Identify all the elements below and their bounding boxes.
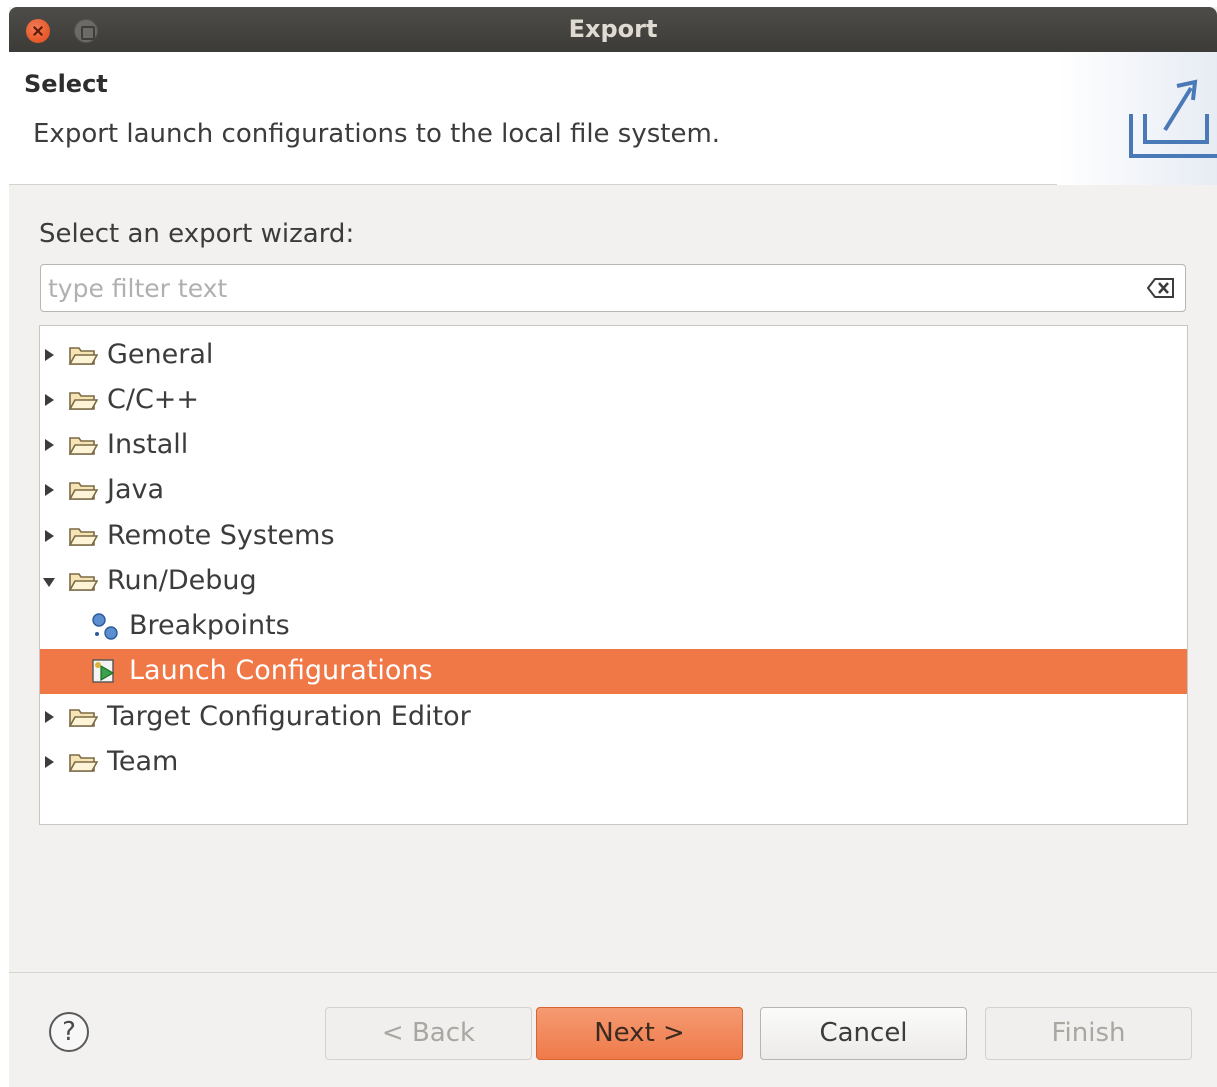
filter-box: [40, 264, 1186, 312]
folder-icon: [68, 482, 98, 500]
folder-icon: [68, 573, 98, 591]
tree-item-label: Breakpoints: [129, 610, 290, 641]
tree-item-label: General: [107, 339, 214, 370]
expand-arrow-icon[interactable]: [45, 394, 54, 406]
folder-icon: [68, 709, 98, 727]
finish-button[interactable]: Finish: [985, 1007, 1192, 1060]
tree-item-cpp[interactable]: C/C++: [40, 378, 1187, 423]
tree-item-run-debug[interactable]: Run/Debug: [40, 559, 1187, 604]
clear-filter-icon[interactable]: [1147, 277, 1175, 299]
tree-item-remote-systems[interactable]: Remote Systems: [40, 514, 1187, 559]
launch-config-icon: [92, 659, 115, 683]
folder-icon: [68, 347, 98, 365]
expand-arrow-icon[interactable]: [45, 711, 54, 723]
tree-item-label: Team: [107, 746, 179, 777]
cancel-button[interactable]: Cancel: [760, 1007, 967, 1060]
page-description: Export launch configurations to the loca…: [33, 119, 721, 149]
folder-icon: [68, 392, 98, 410]
tree-item-general[interactable]: General: [40, 333, 1187, 378]
tree-item-install[interactable]: Install: [40, 423, 1187, 468]
tree-item-target-configuration-editor[interactable]: Target Configuration Editor: [40, 695, 1187, 740]
expand-arrow-icon[interactable]: [45, 439, 54, 451]
breakpoints-icon: [92, 613, 118, 640]
expand-arrow-icon[interactable]: [45, 530, 54, 542]
filter-input[interactable]: [48, 270, 1138, 306]
next-button[interactable]: Next >: [536, 1007, 743, 1060]
tree-item-label: Launch Configurations: [129, 655, 433, 686]
tree-item-label: Java: [107, 474, 165, 505]
expand-arrow-icon[interactable]: [45, 756, 54, 768]
tree-item-label: C/C++: [107, 384, 200, 415]
export-wizard-icon: [1129, 79, 1217, 158]
header-banner: [1057, 52, 1217, 185]
tree-item-breakpoints[interactable]: Breakpoints: [40, 604, 1187, 649]
tree-item-java[interactable]: Java: [40, 468, 1187, 513]
folder-icon: [68, 528, 98, 546]
wizard-tree[interactable]: General C/C++ Install Java Remote System…: [39, 325, 1188, 825]
help-icon[interactable]: ?: [49, 1012, 89, 1052]
tree-item-label: Remote Systems: [107, 520, 335, 551]
tree-item-label: Target Configuration Editor: [107, 701, 471, 732]
expand-arrow-icon[interactable]: [45, 349, 54, 361]
folder-icon: [68, 437, 98, 455]
expand-arrow-icon[interactable]: [45, 484, 54, 496]
wizard-header: Select Export launch configurations to t…: [9, 52, 1217, 185]
back-button[interactable]: < Back: [325, 1007, 532, 1060]
tree-item-label: Run/Debug: [107, 565, 257, 596]
folder-icon: [68, 754, 98, 772]
wizard-list-label: Select an export wizard:: [39, 219, 355, 249]
tree-item-team[interactable]: Team: [40, 740, 1187, 785]
title-bar[interactable]: Export: [9, 7, 1217, 52]
page-title: Select: [24, 70, 108, 98]
button-bar-separator: [9, 972, 1217, 973]
tree-item-launch-configurations[interactable]: Launch Configurations: [40, 649, 1187, 694]
collapse-arrow-icon[interactable]: [43, 578, 55, 587]
window-title: Export: [568, 15, 658, 43]
export-dialog: Export Select Export launch configuratio…: [9, 7, 1217, 1087]
tree-item-label: Install: [107, 429, 189, 460]
